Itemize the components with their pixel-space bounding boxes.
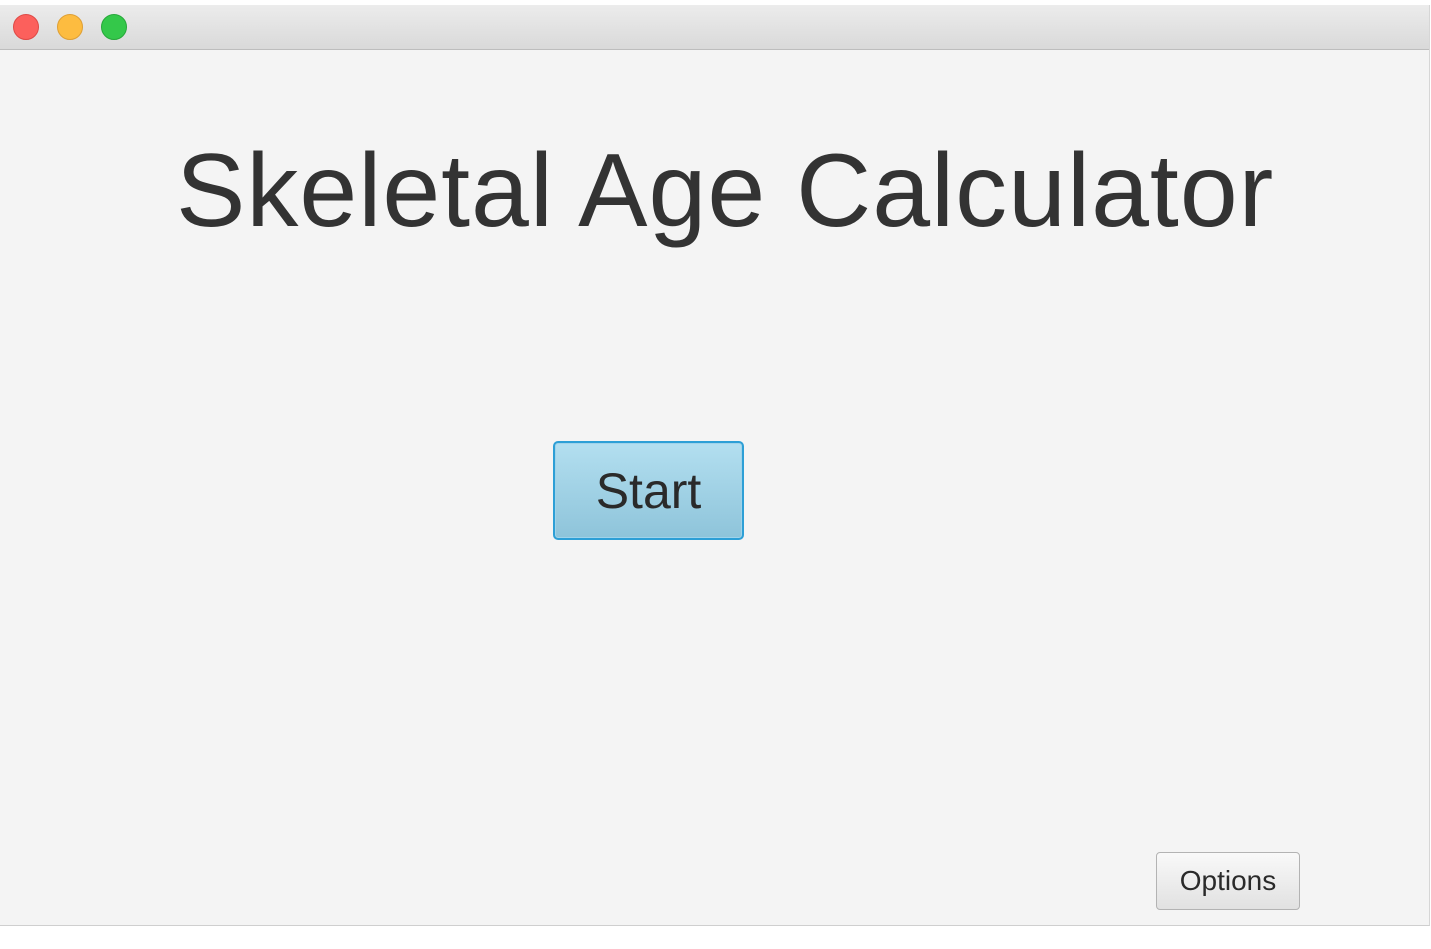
start-button[interactable]: Start xyxy=(553,441,744,540)
title-bar[interactable] xyxy=(0,5,1429,50)
page-title: Skeletal Age Calculator xyxy=(176,133,1275,249)
options-button[interactable]: Options xyxy=(1156,852,1300,910)
minimize-window-button[interactable] xyxy=(57,14,83,40)
app-window: Skeletal Age Calculator Start Options xyxy=(0,5,1430,926)
close-window-button[interactable] xyxy=(13,14,39,40)
zoom-window-button[interactable] xyxy=(101,14,127,40)
